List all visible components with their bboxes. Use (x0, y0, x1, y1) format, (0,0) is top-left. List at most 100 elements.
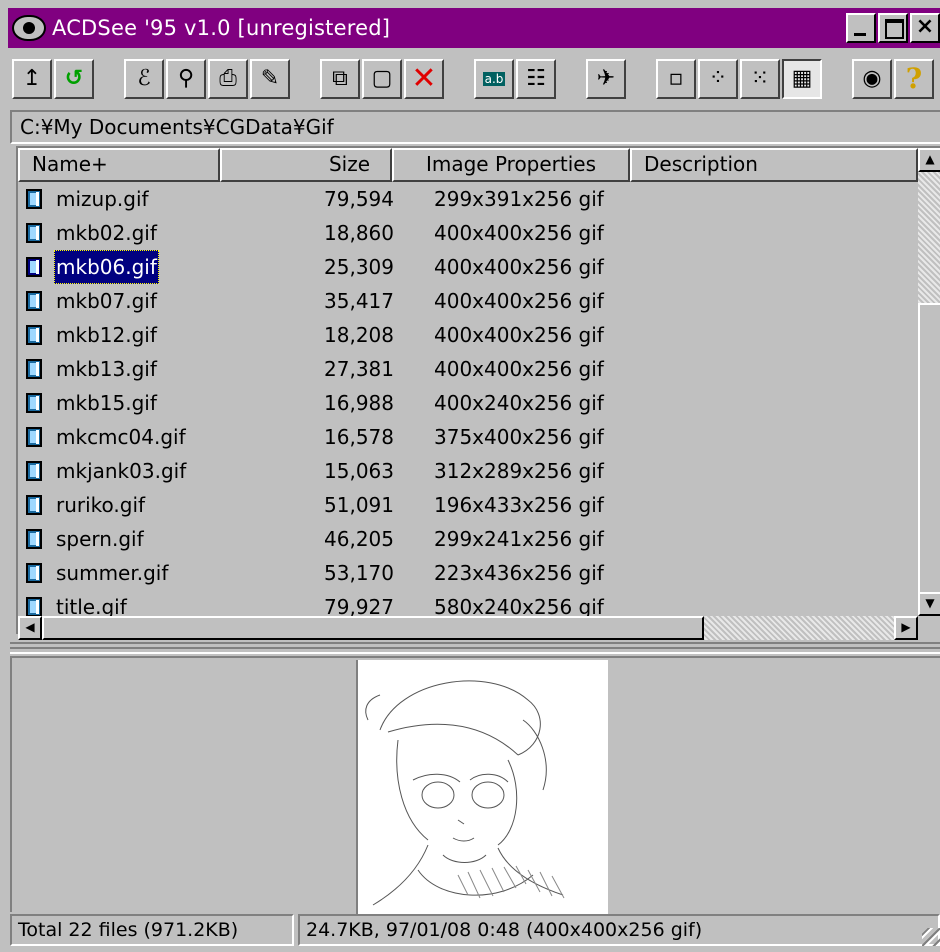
table-row[interactable]: summer.gif 53,170 223x436x256 gif (18, 556, 918, 590)
scroll-left-button[interactable]: ◀ (18, 616, 42, 640)
file-name: mkb15.gif (56, 391, 157, 415)
file-image-properties: 400x240x256 gif (434, 391, 604, 415)
window-title: ACDSee '95 v1.0 [unregistered] (52, 16, 391, 40)
status-bar: Total 22 files (971.2KB) 24.7KB, 97/01/0… (10, 914, 940, 946)
table-row[interactable]: spern.gif 46,205 299x241x256 gif (18, 522, 918, 556)
pane-splitter[interactable] (10, 642, 940, 654)
tools-button[interactable]: ✈ (586, 59, 626, 99)
file-size: 16,578 (324, 425, 394, 449)
minimize-button[interactable] (846, 13, 876, 43)
file-image-properties: 223x436x256 gif (434, 561, 604, 585)
file-name: title.gif (56, 595, 127, 616)
table-row[interactable]: mkb13.gif 27,381 400x400x256 gif (18, 352, 918, 386)
file-name: ruriko.gif (56, 493, 146, 517)
print-button[interactable]: ⎙ (208, 59, 248, 99)
gif-file-icon (26, 529, 42, 549)
scroll-right-button[interactable]: ▶ (894, 616, 918, 640)
refresh-button[interactable]: ↺ (54, 59, 94, 99)
window-controls: × (846, 13, 940, 43)
eye-icon: ◉ (862, 66, 882, 91)
tools-icon: ✈ (596, 66, 616, 91)
file-image-properties: 375x400x256 gif (434, 425, 604, 449)
file-image-properties: 400x400x256 gif (434, 221, 604, 245)
table-row[interactable]: mkb07.gif 35,417 400x400x256 gif (18, 284, 918, 318)
file-name: summer.gif (56, 561, 169, 585)
table-row[interactable]: mkb15.gif 16,988 400x240x256 gif (18, 386, 918, 420)
file-size: 51,091 (324, 493, 394, 517)
vertical-scrollbar[interactable]: ▲ ▼ (918, 148, 940, 616)
file-size: 27,381 (324, 357, 394, 381)
column-header-size[interactable]: Size (220, 148, 392, 182)
table-row[interactable]: mkjank03.gif 15,063 312x289x256 gif (18, 454, 918, 488)
file-name: mkb12.gif (56, 323, 157, 347)
gif-file-icon (26, 325, 42, 345)
table-row-selected[interactable]: mkb06.gif 25,309 400x400x256 gif (18, 250, 918, 284)
copy-button[interactable]: ⧉ (320, 59, 360, 99)
printer-icon: ⎙ (219, 66, 237, 91)
column-header-description[interactable]: Description (630, 148, 918, 182)
title-bar[interactable]: ACDSee '95 v1.0 [unregistered] × (8, 8, 940, 48)
paint-icon: ✎ (260, 66, 280, 91)
image-preview[interactable] (356, 660, 608, 914)
small-icons-button[interactable]: ⁘ (698, 59, 738, 99)
table-row[interactable]: ruriko.gif 51,091 196x433x256 gif (18, 488, 918, 522)
table-row[interactable]: mkcmc04.gif 16,578 375x400x256 gif (18, 420, 918, 454)
gif-file-icon (26, 393, 42, 413)
file-image-properties: 580x240x256 gif (434, 595, 604, 616)
gif-file-icon (26, 257, 42, 277)
status-file-info: 24.7KB, 97/01/08 0:48 (400x400x256 gif) (298, 914, 940, 946)
open-with-button[interactable]: ✎ (250, 59, 290, 99)
properties-icon: ☷ (526, 66, 546, 91)
file-image-properties: 312x289x256 gif (434, 459, 604, 483)
scroll-up-button[interactable]: ▲ (918, 148, 940, 172)
properties-button[interactable]: ☷ (516, 59, 556, 99)
list-icon: ⁙ (750, 66, 770, 91)
file-name: mkcmc04.gif (56, 425, 186, 449)
edit-icon: ℰ (137, 66, 151, 91)
file-size: 18,860 (324, 221, 394, 245)
help-button[interactable]: ? (894, 59, 934, 99)
small-icons-icon: ⁘ (708, 66, 728, 91)
rename-icon: a.b (482, 72, 506, 86)
column-header-name[interactable]: Name+ (18, 148, 220, 182)
scroll-down-button[interactable]: ▼ (918, 592, 940, 616)
list-view-button[interactable]: ⁙ (740, 59, 780, 99)
file-size: 25,309 (324, 255, 394, 279)
table-row[interactable]: mizup.gif 79,594 299x391x256 gif (18, 182, 918, 216)
file-size: 18,208 (324, 323, 394, 347)
up-folder-button[interactable]: ↥ (12, 59, 52, 99)
find-button[interactable]: ⚲ (166, 59, 206, 99)
file-size: 79,927 (324, 595, 394, 616)
path-field[interactable]: C:¥My Documents¥CGData¥Gif (10, 110, 940, 144)
gif-file-icon (26, 291, 42, 311)
table-row[interactable]: mkb12.gif 18,208 400x400x256 gif (18, 318, 918, 352)
view-image-button[interactable]: ◉ (852, 59, 892, 99)
acdsee-eye-icon[interactable] (12, 15, 46, 41)
horizontal-scrollbar[interactable]: ◀ ▶ (18, 616, 918, 640)
file-size: 46,205 (324, 527, 394, 551)
delete-button[interactable]: ✕ (404, 59, 444, 99)
gif-file-icon (26, 427, 42, 447)
details-icon: ▦ (791, 66, 813, 91)
paste-button[interactable]: ▢ (362, 59, 402, 99)
gif-file-icon (26, 563, 42, 583)
file-image-properties: 299x391x256 gif (434, 187, 604, 211)
resize-grip-icon[interactable] (922, 928, 940, 946)
file-size: 79,594 (324, 187, 394, 211)
table-row[interactable]: title.gif 79,927 580x240x256 gif (18, 590, 918, 616)
file-name: mkb07.gif (56, 289, 157, 313)
large-icons-button[interactable]: ▫ (656, 59, 696, 99)
column-header-image-properties[interactable]: Image Properties (392, 148, 630, 182)
maximize-button[interactable] (878, 13, 908, 43)
paste-icon: ▢ (371, 66, 393, 91)
vertical-scroll-thumb[interactable] (918, 303, 940, 601)
rename-button[interactable]: a.b (474, 59, 514, 99)
file-size: 35,417 (324, 289, 394, 313)
close-button[interactable]: × (910, 13, 940, 43)
table-row[interactable]: mkb02.gif 18,860 400x400x256 gif (18, 216, 918, 250)
details-view-button[interactable]: ▦ (782, 59, 822, 99)
file-image-properties: 400x400x256 gif (434, 289, 604, 313)
set-folder-button[interactable]: ℰ (124, 59, 164, 99)
horizontal-scroll-thumb[interactable] (42, 616, 704, 640)
file-name: mkb13.gif (56, 357, 157, 381)
